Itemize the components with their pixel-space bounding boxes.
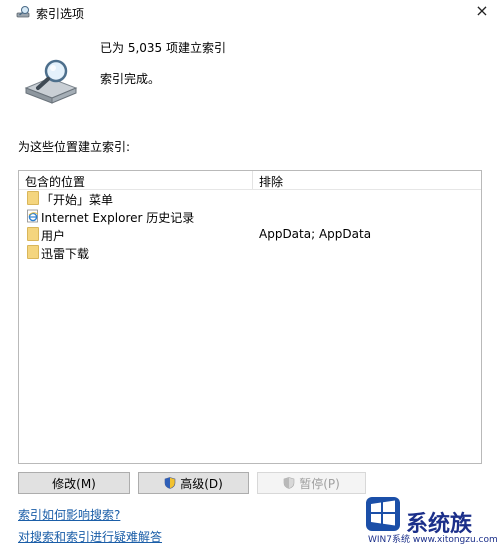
uac-shield-icon [164,477,176,489]
window-title: 索引选项 [36,7,85,21]
how-indexing-affects-search-link[interactable]: 索引如何影响搜索? [18,506,120,523]
advanced-button-label: 高级(D) [180,476,223,491]
locations-label: 为这些位置建立索引: [18,140,131,154]
pause-button-label: 暂停(P) [299,476,340,491]
location-name: 迅雷下载 [41,247,90,261]
advanced-button[interactable]: 高级(D) [138,472,249,494]
folder-icon [27,191,39,205]
location-name: 用户 [41,229,66,243]
title-bar: 索引选项 × [0,0,500,24]
folder-icon [27,227,39,241]
indexing-options-window: 索引选项 × 已为 5,035 项建立索引 索引完成。 为这些位置建立索引: 包… [0,0,500,547]
location-name: Internet Explorer 历史记录 [41,211,195,225]
location-name: 「开始」菜单 [41,193,114,207]
column-header-included-locations[interactable]: 包含的位置 [25,173,85,190]
modify-button[interactable]: 修改(M) [18,472,130,494]
magnifier-drive-icon [16,6,30,18]
modify-button-label: 修改(M) [52,476,96,491]
index-status-text: 索引完成。 [100,72,161,86]
troubleshoot-search-link[interactable]: 对搜索和索引进行疑难解答 [18,528,162,545]
list-item[interactable]: 「开始」菜单 [19,189,481,207]
list-item[interactable]: Internet Explorer 历史记录 [19,207,481,225]
column-divider[interactable] [252,171,253,189]
internet-explorer-icon [27,209,39,223]
folder-icon [27,245,39,259]
uac-shield-icon [283,477,295,489]
watermark-url: WIN7系统 www.xitongzu.com [368,535,498,545]
location-exclude: AppData; AppData [259,227,372,241]
pause-button[interactable]: 暂停(P) [257,472,366,494]
indexed-count-text: 已为 5,035 项建立索引 [100,41,226,55]
list-header: 包含的位置 排除 [19,171,481,190]
column-header-exclude[interactable]: 排除 [259,173,283,190]
indexing-drive-icon [24,59,78,104]
close-button[interactable]: × [464,0,500,24]
indexed-locations-list[interactable]: 包含的位置 排除 「开始」菜单 Internet Explorer 历史记录 用… [18,170,482,464]
list-item[interactable]: 迅雷下载 [19,243,481,261]
list-item[interactable]: 用户 AppData; AppData [19,225,481,243]
